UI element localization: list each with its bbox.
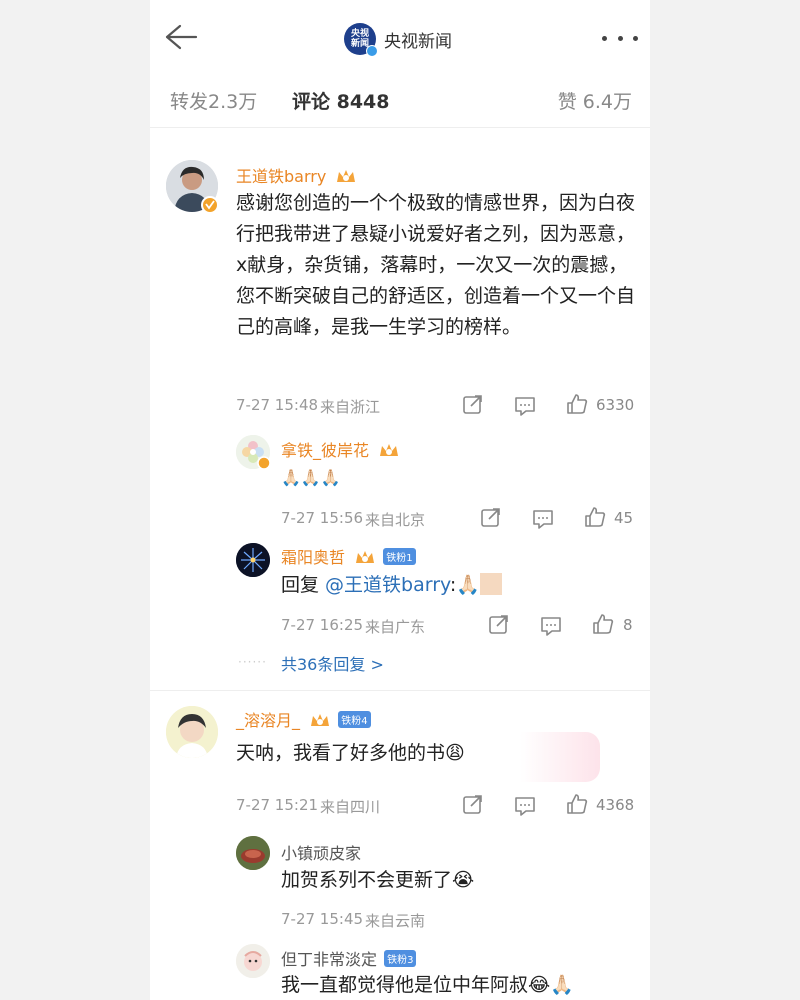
- share-icon[interactable]: [462, 794, 484, 816]
- reply-author-name-text: 霜阳奥哲: [281, 548, 346, 567]
- fan-badge: 铁粉4: [338, 711, 371, 728]
- verified-badge-icon: [201, 196, 219, 214]
- reply-suffix: :🙏🏻: [449, 574, 480, 596]
- thread-dots: ······: [238, 655, 267, 669]
- comment-text: 天呐，我看了好多他的书😩: [236, 742, 465, 764]
- reply-icon[interactable]: [540, 615, 562, 637]
- comment-decoration: [520, 732, 600, 782]
- fan-badge: 铁粉3: [384, 950, 417, 967]
- sticker-icon: [479, 573, 502, 595]
- like-count: 8: [623, 616, 633, 634]
- avatar[interactable]: [166, 706, 218, 758]
- reply-author-name[interactable]: 小镇顽皮家: [281, 840, 361, 864]
- clipped-text-strip: [168, 122, 638, 130]
- reply-text: 回复 @王道铁barry:🙏🏻: [281, 570, 502, 601]
- share-icon[interactable]: [488, 614, 510, 636]
- tab-like[interactable]: 赞 6.4万: [558, 87, 632, 114]
- reply-author-name-text: 拿铁_彼岸花: [281, 441, 370, 460]
- vip-crown-icon: [311, 714, 330, 726]
- top-bar: 央视新闻 央视新闻: [150, 0, 650, 72]
- cctv-news-logo: 央视新闻: [344, 23, 378, 57]
- vip-crown-icon: [337, 170, 356, 182]
- vip-crown-icon: [356, 551, 375, 563]
- reply-location: 来自广东: [365, 618, 426, 636]
- commenter-name-text: _溶溶月_: [236, 711, 301, 730]
- tab-comment[interactable]: 评论 8448: [292, 87, 390, 114]
- reply-icon[interactable]: [532, 508, 554, 530]
- comment-location: 来自四川: [320, 798, 381, 816]
- reply-time: 7-27 15:45: [281, 910, 364, 928]
- reply-text: 我一直都觉得他是位中年阿叔😂🙏🏻: [281, 974, 574, 996]
- avatar-portrait-icon: [166, 706, 218, 758]
- mention-link[interactable]: @王道铁barry: [325, 574, 450, 596]
- like-count: 4368: [596, 796, 635, 814]
- tab-forward[interactable]: 转发2.3万: [170, 87, 257, 114]
- cartoon-avatar-icon: [236, 944, 270, 978]
- reply-time: 7-27 15:56: [281, 509, 364, 527]
- avatar[interactable]: [236, 944, 270, 978]
- reply-time: 7-27 16:25: [281, 616, 364, 634]
- reply-author-name[interactable]: 但丁非常淡定 铁粉3: [281, 946, 417, 970]
- tab-bar: 转发2.3万 评论 8448 赞 6.4万: [150, 72, 650, 128]
- share-icon[interactable]: [462, 394, 484, 416]
- comment-location: 来自浙江: [320, 398, 381, 416]
- like-icon[interactable]: [592, 613, 614, 635]
- reply-author-name[interactable]: 拿铁_彼岸花: [281, 437, 400, 461]
- commenter-name-text: 王道铁barry: [236, 167, 327, 186]
- comment-time: 7-27 15:21: [236, 796, 319, 814]
- comment-time: 7-27 15:48: [236, 396, 319, 414]
- reply-location: 来自北京: [365, 511, 426, 529]
- avatar[interactable]: [236, 836, 270, 870]
- account-title[interactable]: 央视新闻 央视新闻: [344, 22, 452, 57]
- page-title: 央视新闻: [384, 31, 452, 52]
- phone-screen: 央视新闻 央视新闻 转发2.3万 评论 8448 赞 6.4万 王道铁barry…: [150, 0, 650, 1000]
- vip-crown-icon: [380, 444, 399, 456]
- reply-author-name-text: 但丁非常淡定: [281, 950, 378, 969]
- like-icon[interactable]: [584, 506, 606, 528]
- food-avatar-icon: [236, 836, 270, 870]
- reply-icon[interactable]: [514, 795, 536, 817]
- like-icon[interactable]: [566, 793, 588, 815]
- like-count: 45: [614, 509, 634, 527]
- verified-badge-icon: [257, 456, 271, 470]
- reply-author-name-text: 小镇顽皮家: [281, 844, 362, 863]
- commenter-name[interactable]: _溶溶月_ 铁粉4: [236, 707, 371, 731]
- back-arrow-icon[interactable]: [162, 22, 198, 52]
- reply-text: 加贺系列不会更新了😭: [281, 869, 475, 891]
- firework-avatar-icon: [236, 543, 270, 577]
- reply-location: 来自云南: [365, 912, 426, 930]
- reply-text: 🙏🏻🙏🏻🙏🏻: [281, 468, 341, 487]
- share-icon[interactable]: [480, 507, 502, 529]
- more-options-icon[interactable]: [602, 36, 638, 42]
- reply-prefix: 回复: [281, 574, 326, 596]
- verified-icon: [366, 45, 378, 57]
- like-count: 6330: [596, 396, 635, 414]
- comment-text: 感谢您创造的一个个极致的情感世界，因为白夜行把我带进了悬疑小说爱好者之列，因为恶…: [236, 192, 636, 338]
- reply-icon[interactable]: [514, 395, 536, 417]
- like-icon[interactable]: [566, 393, 588, 415]
- reply-author-name[interactable]: 霜阳奥哲 铁粉1: [281, 544, 416, 568]
- comment-divider: [150, 690, 650, 691]
- commenter-name[interactable]: 王道铁barry: [236, 163, 357, 187]
- avatar[interactable]: [236, 543, 270, 577]
- fan-badge: 铁粉1: [383, 548, 416, 565]
- view-more-replies-link[interactable]: 共36条回复 >: [281, 651, 384, 675]
